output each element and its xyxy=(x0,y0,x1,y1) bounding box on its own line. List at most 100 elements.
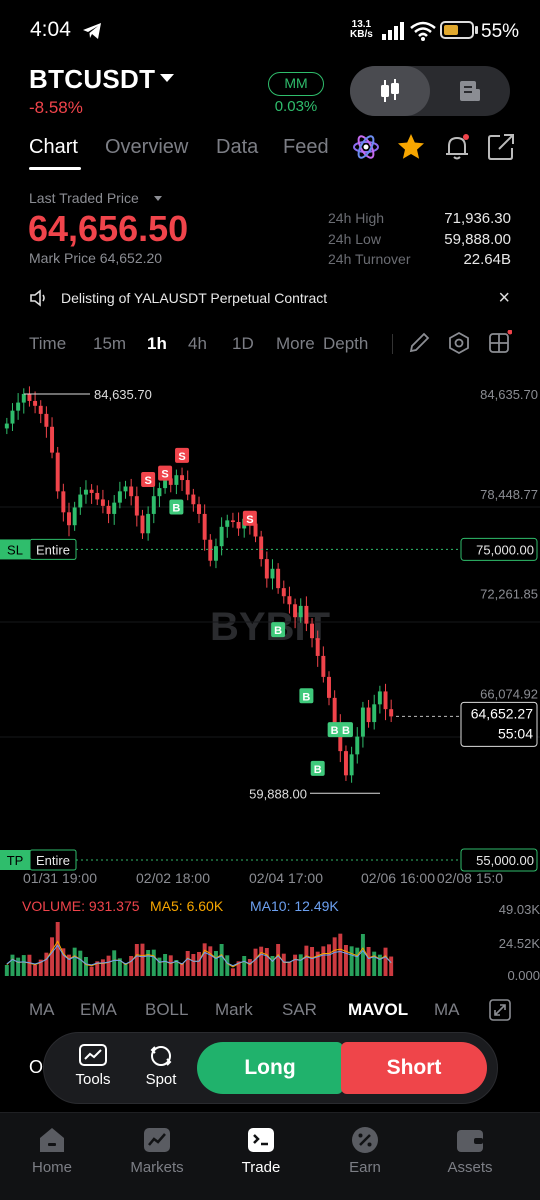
candle-body xyxy=(95,492,100,500)
pencil-icon[interactable] xyxy=(406,330,432,356)
spot-button[interactable]: Spot xyxy=(136,1043,186,1088)
volume-bar xyxy=(83,957,88,976)
tab-feed[interactable]: Feed xyxy=(283,136,329,159)
long-button[interactable]: Long xyxy=(197,1042,343,1094)
tools-button[interactable]: Tools xyxy=(68,1043,118,1088)
trade-marker-label: S xyxy=(161,469,168,481)
tab-chart[interactable]: Chart xyxy=(29,136,78,159)
announcement-banner[interactable]: Delisting of YALAUSDT Perpetual Contract… xyxy=(0,284,540,314)
candle-body xyxy=(366,707,371,723)
interval-time[interactable]: Time xyxy=(29,334,66,354)
mm-rate: 0.03% xyxy=(274,98,318,115)
spot-label: Spot xyxy=(145,1071,177,1088)
candle-body xyxy=(106,505,111,514)
volume-bar xyxy=(253,948,258,976)
trade-marker-label: S xyxy=(178,451,185,463)
home-icon xyxy=(40,1128,64,1152)
nav-markets[interactable]: Markets xyxy=(117,1125,197,1176)
indicator-mark[interactable]: Mark xyxy=(215,1000,253,1020)
interval-more[interactable]: More xyxy=(276,334,315,354)
layout-grid-icon[interactable] xyxy=(486,330,512,356)
indicator-ma[interactable]: MA xyxy=(29,1000,55,1020)
candle-view-button[interactable] xyxy=(350,66,430,116)
candle-body xyxy=(349,754,354,776)
volume-bar xyxy=(197,952,201,976)
candle-body xyxy=(197,504,201,514)
indicator-ema[interactable]: EMA xyxy=(80,1000,117,1020)
divider xyxy=(392,334,393,354)
short-button[interactable]: Short xyxy=(341,1042,487,1094)
expand-icon[interactable] xyxy=(488,998,512,1022)
favorite-star-icon[interactable] xyxy=(396,132,426,162)
volume-bar xyxy=(242,956,247,976)
candle-body xyxy=(100,499,105,506)
nav-earn[interactable]: Earn xyxy=(325,1125,405,1176)
settings-hexagon-icon[interactable] xyxy=(446,330,472,356)
y-tick-label: 78,448.77 xyxy=(480,487,538,502)
nav-trade[interactable]: Trade xyxy=(221,1125,301,1176)
x-tick-label: 02/04 17:00 xyxy=(249,870,323,886)
candle-body xyxy=(225,520,230,527)
candle-body xyxy=(259,536,264,560)
candlestick-chart[interactable]: BYBIT84,635.7078,448.7772,261.8566,074.9… xyxy=(0,372,540,992)
detail-tabs: Chart Overview Data Feed xyxy=(0,130,540,172)
y-tick-label: 66,074.92 xyxy=(480,686,538,701)
candle-body xyxy=(355,736,360,755)
close-icon[interactable]: × xyxy=(498,287,510,310)
announcement-text[interactable]: Delisting of YALAUSDT Perpetual Contract xyxy=(61,290,327,306)
tab-overview[interactable]: Overview xyxy=(105,136,188,159)
stop-loss-tag: SL xyxy=(7,542,23,557)
trade-marker-label: B xyxy=(342,725,350,737)
share-icon[interactable] xyxy=(486,132,516,162)
ltp-label[interactable]: Last Traded Price xyxy=(29,190,139,206)
candle-body xyxy=(230,520,235,522)
volume-bar xyxy=(146,950,151,976)
nav-assets[interactable]: Assets xyxy=(430,1125,510,1176)
volume-bar xyxy=(10,954,15,976)
candle-body xyxy=(55,452,60,492)
volume-bar xyxy=(16,957,21,976)
interval-15m[interactable]: 15m xyxy=(93,334,126,354)
candle-body xyxy=(219,526,224,547)
caret-down-icon[interactable] xyxy=(154,196,162,201)
interval-4h[interactable]: 4h xyxy=(188,334,207,354)
trade-marker-label: B xyxy=(274,625,282,637)
candle-body xyxy=(321,655,326,677)
candle-body xyxy=(270,568,275,579)
candle-body xyxy=(4,423,9,429)
nav-markets-label: Markets xyxy=(130,1159,184,1176)
depth-toggle[interactable]: Depth xyxy=(323,334,368,354)
candle-body xyxy=(304,605,309,624)
indicator-ma-2[interactable]: MA xyxy=(434,1000,460,1020)
candle-body xyxy=(372,704,377,723)
indicator-boll[interactable]: BOLL xyxy=(145,1000,188,1020)
candle-body xyxy=(310,623,315,639)
candle-body xyxy=(185,480,190,495)
candle-body xyxy=(236,521,241,529)
tab-data[interactable]: Data xyxy=(216,136,258,159)
indicator-sar[interactable]: SAR xyxy=(282,1000,317,1020)
nav-home[interactable]: Home xyxy=(12,1125,92,1176)
chevron-down-icon[interactable] xyxy=(160,74,174,82)
indicator-mavol[interactable]: MAVOL xyxy=(348,1000,408,1020)
stat-value-low: 59,888.00 xyxy=(444,231,511,248)
interval-bar: Time 15m 1h 4h 1D More Depth xyxy=(0,326,540,362)
candle-body xyxy=(191,494,196,505)
volume-bar xyxy=(72,947,77,976)
candle-countdown: 55:04 xyxy=(498,725,533,741)
volume-bar xyxy=(389,956,394,976)
interval-1d[interactable]: 1D xyxy=(232,334,254,354)
mm-badge[interactable]: MM xyxy=(268,72,324,96)
candlestick-icon xyxy=(381,79,399,102)
candle-body xyxy=(264,559,269,579)
ai-atom-icon[interactable] xyxy=(351,132,381,162)
candle-body xyxy=(151,496,156,514)
volume-bar xyxy=(185,951,190,976)
document-view-button[interactable] xyxy=(430,66,510,116)
x-tick-label: 02/02 18:00 xyxy=(136,870,210,886)
interval-1h[interactable]: 1h xyxy=(147,334,167,354)
candle-body xyxy=(140,515,145,534)
price-chart[interactable]: BYBIT 84,635.70 78,448.77 72,261.85 66,074.9… xyxy=(0,372,540,992)
symbol-selector[interactable]: BTCUSDT xyxy=(29,64,155,95)
bell-icon[interactable] xyxy=(442,132,472,162)
